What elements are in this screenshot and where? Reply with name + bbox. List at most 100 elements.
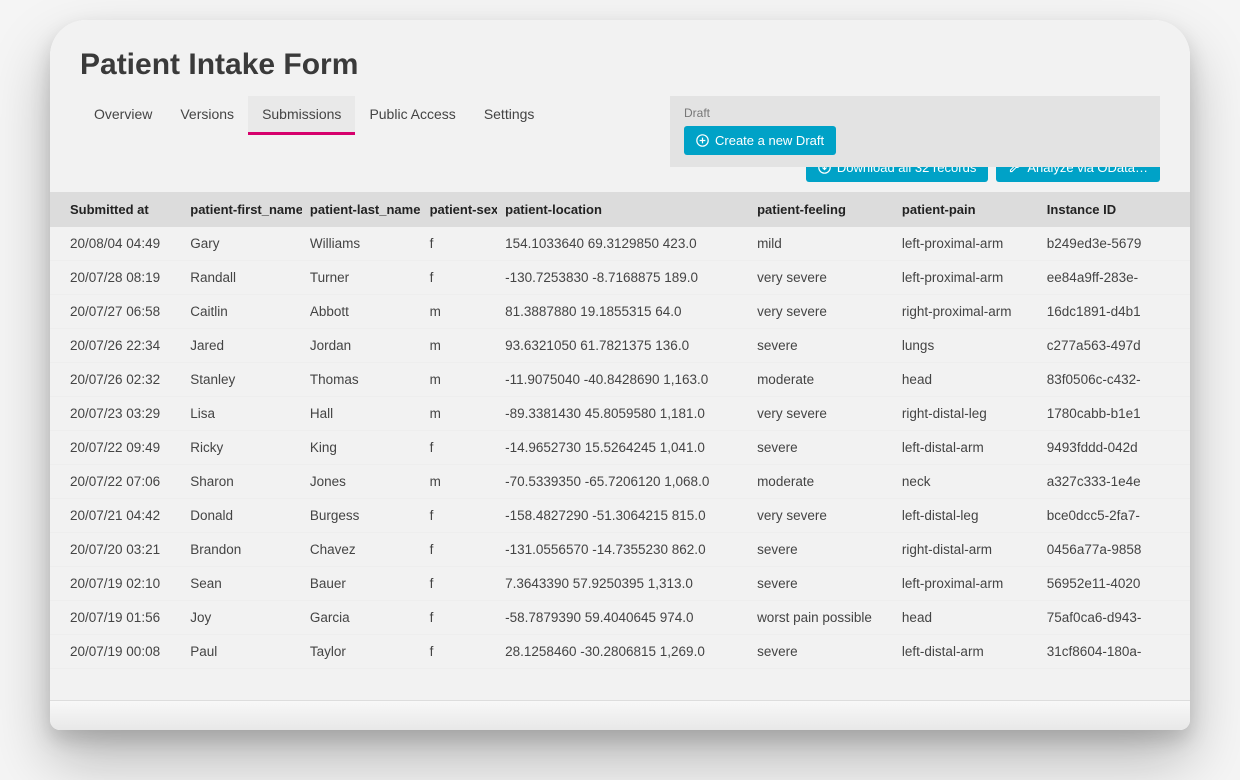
cell-submitted_at: 20/07/19 00:08 (50, 635, 182, 669)
cell-last_name: Turner (302, 261, 422, 295)
cell-pain: right-distal-leg (894, 397, 1039, 431)
cell-location: 93.6321050 61.7821375 136.0 (497, 329, 749, 363)
table-row[interactable]: 20/07/26 02:32StanleyThomasm-11.9075040 … (50, 363, 1190, 397)
cell-location: -89.3381430 45.8059580 1,181.0 (497, 397, 749, 431)
cell-sex: f (422, 227, 498, 261)
cell-last_name: Garcia (302, 601, 422, 635)
cell-last_name: Jones (302, 465, 422, 499)
app-screen: Patient Intake Form Overview Versions Su… (50, 20, 1190, 700)
cell-first_name: Jared (182, 329, 302, 363)
cell-pain: left-distal-arm (894, 431, 1039, 465)
tab-submissions[interactable]: Submissions (248, 96, 355, 135)
table-row[interactable]: 20/07/27 06:58CaitlinAbbottm81.3887880 1… (50, 295, 1190, 329)
cell-last_name: Chavez (302, 533, 422, 567)
cell-submitted_at: 20/07/19 01:56 (50, 601, 182, 635)
cell-feeling: very severe (749, 261, 894, 295)
table-row[interactable]: 20/07/19 00:08PaulTaylorf28.1258460 -30.… (50, 635, 1190, 669)
cell-instance_id: ee84a9ff-283e- (1039, 261, 1190, 295)
cell-instance_id: b249ed3e-5679 (1039, 227, 1190, 261)
table-body: 20/08/04 04:49GaryWilliamsf154.1033640 6… (50, 227, 1190, 669)
cell-submitted_at: 20/07/21 04:42 (50, 499, 182, 533)
table-row[interactable]: 20/08/04 04:49GaryWilliamsf154.1033640 6… (50, 227, 1190, 261)
table-row[interactable]: 20/07/22 09:49RickyKingf-14.9652730 15.5… (50, 431, 1190, 465)
create-draft-button[interactable]: Create a new Draft (684, 126, 836, 155)
header: Patient Intake Form Overview Versions Su… (50, 20, 1190, 135)
cell-last_name: Abbott (302, 295, 422, 329)
cell-sex: f (422, 533, 498, 567)
cell-last_name: Thomas (302, 363, 422, 397)
tab-settings[interactable]: Settings (470, 96, 549, 135)
cell-instance_id: a327c333-1e4e (1039, 465, 1190, 499)
table-row[interactable]: 20/07/19 01:56JoyGarciaf-58.7879390 59.4… (50, 601, 1190, 635)
col-pain[interactable]: patient-pain (894, 192, 1039, 227)
tab-overview[interactable]: Overview (80, 96, 166, 135)
cell-pain: left-proximal-arm (894, 567, 1039, 601)
cell-location: -11.9075040 -40.8428690 1,163.0 (497, 363, 749, 397)
col-last-name[interactable]: patient-last_name (302, 192, 422, 227)
table-row[interactable]: 20/07/22 07:06SharonJonesm-70.5339350 -6… (50, 465, 1190, 499)
cell-sex: m (422, 329, 498, 363)
draft-panel: Draft Create a new Draft (670, 96, 1160, 167)
cell-location: -58.7879390 59.4040645 974.0 (497, 601, 749, 635)
cell-sex: m (422, 363, 498, 397)
cell-sex: m (422, 465, 498, 499)
table-row[interactable]: 20/07/20 03:21BrandonChavezf-131.0556570… (50, 533, 1190, 567)
create-draft-label: Create a new Draft (715, 133, 824, 148)
cell-location: -14.9652730 15.5264245 1,041.0 (497, 431, 749, 465)
cell-submitted_at: 20/07/23 03:29 (50, 397, 182, 431)
cell-last_name: Taylor (302, 635, 422, 669)
cell-last_name: Jordan (302, 329, 422, 363)
cell-sex: f (422, 601, 498, 635)
cell-sex: m (422, 295, 498, 329)
cell-submitted_at: 20/07/26 02:32 (50, 363, 182, 397)
cell-first_name: Caitlin (182, 295, 302, 329)
cell-feeling: mild (749, 227, 894, 261)
col-feeling[interactable]: patient-feeling (749, 192, 894, 227)
cell-first_name: Brandon (182, 533, 302, 567)
table-row[interactable]: 20/07/23 03:29LisaHallm-89.3381430 45.80… (50, 397, 1190, 431)
cell-location: 7.3643390 57.9250395 1,313.0 (497, 567, 749, 601)
laptop-frame: Patient Intake Form Overview Versions Su… (50, 20, 1190, 730)
cell-first_name: Lisa (182, 397, 302, 431)
cell-pain: head (894, 601, 1039, 635)
cell-last_name: Bauer (302, 567, 422, 601)
cell-location: -158.4827290 -51.3064215 815.0 (497, 499, 749, 533)
col-first-name[interactable]: patient-first_name (182, 192, 302, 227)
cell-first_name: Randall (182, 261, 302, 295)
cell-first_name: Ricky (182, 431, 302, 465)
table-row[interactable]: 20/07/19 02:10SeanBauerf7.3643390 57.925… (50, 567, 1190, 601)
cell-instance_id: c277a563-497d (1039, 329, 1190, 363)
cell-sex: f (422, 431, 498, 465)
cell-instance_id: 16dc1891-d4b1 (1039, 295, 1190, 329)
cell-pain: right-proximal-arm (894, 295, 1039, 329)
cell-first_name: Donald (182, 499, 302, 533)
cell-first_name: Paul (182, 635, 302, 669)
cell-feeling: severe (749, 533, 894, 567)
table-header-row: Submitted at patient-first_name patient-… (50, 192, 1190, 227)
col-instance-id[interactable]: Instance ID (1039, 192, 1190, 227)
cell-feeling: worst pain possible (749, 601, 894, 635)
table-row[interactable]: 20/07/21 04:42DonaldBurgessf-158.4827290… (50, 499, 1190, 533)
cell-feeling: severe (749, 431, 894, 465)
cell-submitted_at: 20/07/22 09:49 (50, 431, 182, 465)
col-location[interactable]: patient-location (497, 192, 749, 227)
col-submitted-at[interactable]: Submitted at (50, 192, 182, 227)
cell-last_name: Williams (302, 227, 422, 261)
cell-pain: left-distal-arm (894, 635, 1039, 669)
cell-location: 81.3887880 19.1855315 64.0 (497, 295, 749, 329)
cell-feeling: moderate (749, 465, 894, 499)
table-row[interactable]: 20/07/28 08:19RandallTurnerf-130.7253830… (50, 261, 1190, 295)
cell-location: -131.0556570 -14.7355230 862.0 (497, 533, 749, 567)
table-row[interactable]: 20/07/26 22:34JaredJordanm93.6321050 61.… (50, 329, 1190, 363)
cell-submitted_at: 20/07/20 03:21 (50, 533, 182, 567)
tab-versions[interactable]: Versions (166, 96, 248, 135)
cell-feeling: severe (749, 567, 894, 601)
cell-submitted_at: 20/07/22 07:06 (50, 465, 182, 499)
cell-sex: m (422, 397, 498, 431)
tab-public-access[interactable]: Public Access (355, 96, 469, 135)
col-sex[interactable]: patient-sex (422, 192, 498, 227)
cell-submitted_at: 20/07/27 06:58 (50, 295, 182, 329)
cell-instance_id: 9493fddd-042d (1039, 431, 1190, 465)
cell-location: -70.5339350 -65.7206120 1,068.0 (497, 465, 749, 499)
cell-location: 28.1258460 -30.2806815 1,269.0 (497, 635, 749, 669)
